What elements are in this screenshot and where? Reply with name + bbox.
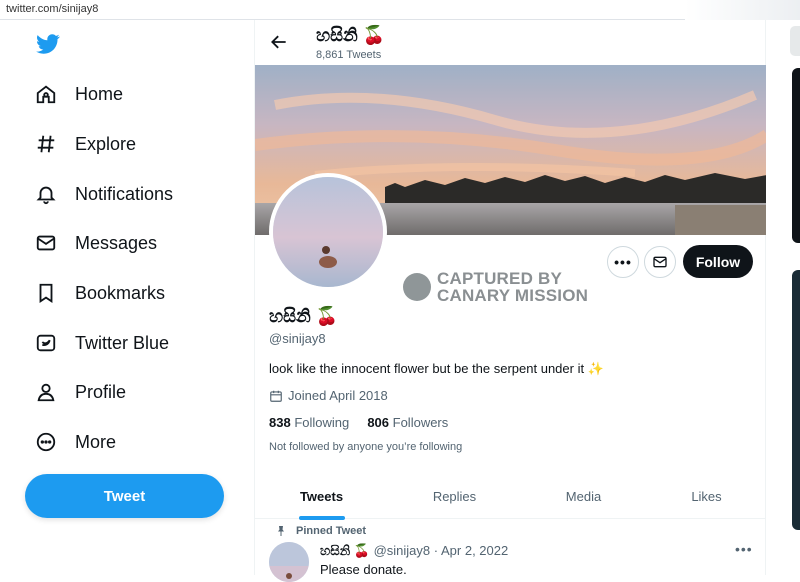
followers-link[interactable]: 806 Followers — [367, 415, 448, 430]
profile-header-bar: හසිනි 🍒 8,861 Tweets — [255, 20, 767, 66]
right-sidebar-edge — [766, 20, 800, 575]
sidebar-item-twitter-blue[interactable]: Twitter Blue — [34, 323, 169, 363]
followers-count: 806 — [367, 415, 390, 430]
follow-button[interactable]: Follow — [683, 245, 753, 278]
trending-card-edge — [792, 68, 800, 243]
sidebar-item-home[interactable]: Home — [34, 74, 123, 114]
more-circle-icon — [34, 430, 58, 454]
tweet-header: හසිනි 🍒 @sinijay8 · Apr 2, 2022 — [320, 543, 508, 559]
url-text: twitter.com/sinijay8 — [6, 3, 99, 15]
sidebar: Home Explore Notifications Messages Book… — [0, 20, 254, 575]
following-label: Following — [294, 415, 350, 430]
tweet-separator: · — [433, 543, 439, 558]
hashtag-icon — [34, 132, 58, 156]
person-icon — [34, 380, 58, 404]
joined-text: Joined April 2018 — [288, 388, 388, 403]
pinned-label: Pinned Tweet — [278, 525, 367, 537]
avatar-image — [273, 177, 383, 287]
following-link[interactable]: 838 Following — [269, 415, 349, 430]
canary-bird-icon — [403, 273, 431, 301]
who-to-follow-card-edge — [792, 270, 800, 530]
message-button[interactable] — [644, 246, 676, 278]
sidebar-item-messages[interactable]: Messages — [34, 223, 157, 263]
joined-date: Joined April 2018 — [269, 388, 388, 403]
sidebar-item-label: Explore — [75, 133, 137, 154]
pinned-text: Pinned Tweet — [296, 525, 367, 537]
profile-tabs: Tweets Replies Media Likes — [255, 473, 767, 519]
home-icon — [34, 82, 58, 106]
following-count: 838 — [269, 415, 291, 430]
sidebar-item-bookmarks[interactable]: Bookmarks — [34, 273, 165, 313]
profile-avatar[interactable] — [269, 173, 387, 291]
sidebar-item-label: More — [75, 431, 117, 452]
sidebar-item-label: Twitter Blue — [75, 332, 170, 353]
tweet-more-icon[interactable]: ••• — [735, 541, 753, 557]
canary-mission-watermark: CAPTURED BY CANARY MISSION — [403, 270, 588, 304]
tweet-avatar-image — [269, 542, 309, 582]
more-dots-icon: ••• — [614, 254, 632, 270]
bell-icon — [34, 182, 58, 206]
followers-label: Followers — [392, 415, 449, 430]
active-tab-indicator — [299, 516, 345, 520]
browser-url-bar[interactable]: twitter.com/sinijay8 — [0, 0, 800, 20]
sidebar-item-explore[interactable]: Explore — [34, 124, 136, 164]
back-arrow-icon[interactable] — [269, 32, 289, 52]
sidebar-item-profile[interactable]: Profile — [34, 372, 126, 412]
profile-handle: @sinijay8 — [269, 331, 326, 346]
profile-column: හසිනි 🍒 8,861 Tweets ••• Follow CAPTURED… — [254, 20, 767, 582]
search-box-edge[interactable] — [790, 26, 800, 56]
sidebar-item-label: Messages — [75, 232, 158, 253]
url-bar-fade — [685, 0, 800, 20]
profile-bio: look like the innocent flower but be the… — [269, 361, 604, 376]
tab-tweets[interactable]: Tweets — [255, 473, 388, 519]
watermark-line-1: CAPTURED BY — [437, 269, 562, 288]
sidebar-item-label: Bookmarks — [75, 282, 166, 303]
tweet-button[interactable]: Tweet — [25, 474, 224, 518]
pin-icon — [278, 526, 284, 536]
twitter-bird-icon[interactable] — [34, 32, 62, 56]
header-profile-name: හසිනි 🍒 — [316, 25, 386, 45]
sidebar-item-notifications[interactable]: Notifications — [34, 174, 173, 214]
envelope-icon — [34, 231, 58, 255]
calendar-icon — [270, 390, 282, 402]
bookmark-icon — [34, 281, 58, 305]
sidebar-item-label: Home — [75, 83, 124, 104]
tweet-author-avatar[interactable] — [269, 542, 309, 582]
sidebar-item-more[interactable]: More — [34, 422, 116, 462]
header-tweet-count: 8,861 Tweets — [316, 49, 382, 61]
tab-replies[interactable]: Replies — [388, 473, 521, 519]
tweet-date[interactable]: Apr 2, 2022 — [441, 543, 508, 558]
tab-media[interactable]: Media — [521, 473, 646, 519]
watermark-line-2: CANARY MISSION — [437, 286, 589, 305]
sidebar-item-label: Profile — [75, 381, 127, 402]
tweet-author-name[interactable]: හසිනි 🍒 — [320, 543, 370, 558]
tweet-author-handle[interactable]: @sinijay8 — [374, 543, 431, 558]
profile-name: හසිනි 🍒 — [269, 306, 339, 326]
sidebar-item-label: Notifications — [75, 183, 174, 204]
envelope-icon — [653, 256, 667, 268]
twitter-blue-icon — [34, 331, 58, 355]
follow-stats: 838 Following 806 Followers — [269, 415, 448, 430]
not-followed-note: Not followed by anyone you’re following — [269, 441, 463, 453]
more-options-button[interactable]: ••• — [607, 246, 639, 278]
tab-likes[interactable]: Likes — [646, 473, 767, 519]
